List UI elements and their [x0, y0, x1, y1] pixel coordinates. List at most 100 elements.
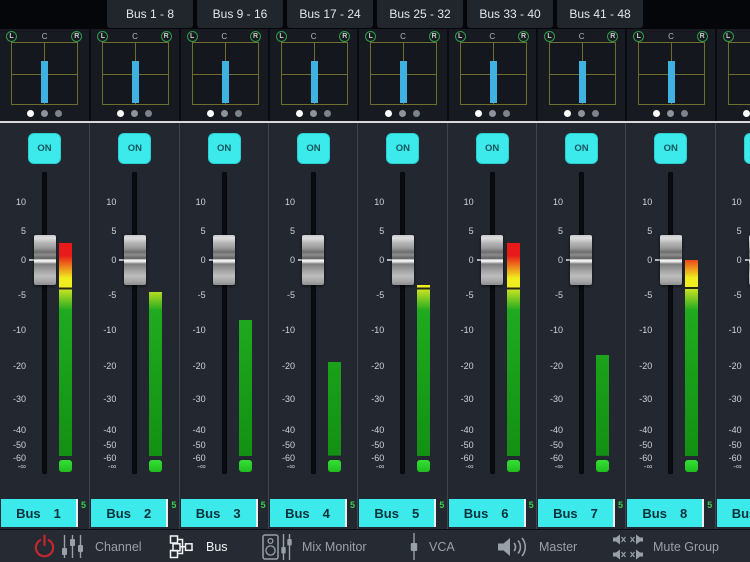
nav-item-channel[interactable]: Channel	[60, 530, 142, 562]
pan-position-box[interactable]	[280, 42, 348, 105]
channel-badge: 5	[171, 500, 177, 510]
pan-display-bus-3[interactable]: LCR	[178, 29, 268, 121]
page-dot-1	[742, 110, 750, 117]
fader-scale--30: -30	[460, 393, 474, 404]
fader-scale-0: 0	[736, 254, 742, 265]
tab-bus-group-3[interactable]: Bus 17 - 24	[287, 0, 373, 28]
fader-scale--20: -20	[549, 360, 563, 371]
pan-position-box[interactable]	[638, 42, 706, 105]
nav-item-label: Mute Group	[653, 539, 720, 554]
pan-display-bus-4[interactable]: LCR	[267, 29, 357, 121]
channel-on-button[interactable]: ON	[743, 133, 750, 164]
fader-track[interactable]	[42, 172, 47, 474]
channel-name-button[interactable]: Bus 6	[448, 499, 526, 527]
tab-bus-group-2[interactable]: Bus 9 - 16	[197, 0, 283, 28]
channel-name-button[interactable]: Bus 8	[627, 499, 705, 527]
fader-scale-0: 0	[647, 254, 653, 265]
level-meter-base-segment	[327, 460, 341, 472]
fader-handle[interactable]	[33, 235, 56, 285]
channel-name-button[interactable]: Bus 7	[537, 499, 615, 527]
page-dot-3	[234, 110, 242, 117]
tab-bus-group-6[interactable]: Bus 41 - 48	[557, 0, 643, 28]
fader-handle[interactable]	[123, 235, 146, 285]
page-dot-3	[502, 110, 510, 117]
fader-track[interactable]	[489, 172, 495, 474]
pan-display-bus-1[interactable]: LCR	[0, 29, 89, 121]
fader-scale-10: 10	[106, 196, 117, 207]
pan-display-bus-8[interactable]: LCR	[625, 29, 714, 121]
channel-name-button[interactable]: Bus 1	[1, 499, 78, 527]
level-meter-base-segment	[506, 460, 520, 472]
fader-handle[interactable]	[391, 235, 414, 285]
fader-handle[interactable]	[570, 235, 593, 285]
pan-page-dots	[181, 110, 268, 117]
fader-scale--50: -50	[103, 439, 117, 450]
page-dot-2	[41, 110, 49, 117]
fader-handle[interactable]	[302, 235, 325, 285]
power-icon[interactable]	[32, 534, 57, 559]
fader-scale--30: -30	[549, 393, 563, 404]
fader-handle[interactable]	[213, 235, 236, 285]
pan-position-box[interactable]	[191, 42, 259, 105]
mixer-screen: Bus 1 - 8 Bus 9 - 16 Bus 17 - 24 Bus 25 - 3…	[0, 0, 750, 562]
pan-display-bus-9[interactable]: LCR	[714, 29, 750, 121]
fader-track[interactable]	[400, 172, 406, 474]
fader-scale-0: 0	[200, 254, 206, 265]
pan-right-label: R	[428, 31, 440, 42]
nav-item-master[interactable]: Master	[497, 530, 577, 562]
fader-scale--50: -50	[192, 439, 206, 450]
page-dot-2	[220, 110, 228, 117]
tab-bus-group-1[interactable]: Bus 1 - 8	[107, 0, 193, 28]
channel-on-button[interactable]: ON	[207, 133, 241, 164]
channel-name-button[interactable]: Bus9	[716, 499, 750, 527]
pan-position-box[interactable]	[370, 42, 438, 105]
fader-scale--20: -20	[103, 360, 117, 371]
tab-bus-group-4[interactable]: Bus 25 - 32	[377, 0, 463, 28]
fader-scale--50: -50	[460, 439, 474, 450]
nav-item-vca[interactable]: VCA	[409, 530, 455, 562]
nav-item-bus[interactable]: Bus	[169, 530, 228, 562]
channel-on-button[interactable]: ON	[564, 133, 598, 164]
fader-handle[interactable]	[481, 235, 504, 285]
fader-track[interactable]	[132, 172, 138, 474]
pan-display-bus-7[interactable]: LCR	[535, 29, 625, 121]
channel-on-button[interactable]: ON	[296, 133, 330, 164]
channel-on-button[interactable]: ON	[118, 133, 152, 164]
tab-bus-group-5[interactable]: Bus 33 - 40	[467, 0, 553, 28]
fader-track[interactable]	[310, 172, 316, 474]
nav-item-mix-monitor[interactable]: Mix Monitor	[262, 530, 367, 562]
pan-display-bus-5[interactable]: LCR	[357, 29, 446, 121]
channel-name-button[interactable]: Bus 2	[91, 499, 169, 527]
channel-name-button[interactable]: Bus 3	[180, 499, 258, 527]
channel-name-button[interactable]: Bus 5	[359, 499, 437, 527]
pan-position-box[interactable]	[727, 42, 750, 105]
pan-position-box[interactable]	[102, 42, 170, 105]
channel-on-button[interactable]: ON	[386, 133, 420, 164]
fader-scale-0: 0	[468, 254, 474, 265]
pan-position-box[interactable]	[548, 42, 616, 105]
fader-track[interactable]	[668, 172, 674, 474]
fader-scale--5: -5	[17, 289, 26, 300]
fader-scale-5: 5	[20, 225, 26, 236]
pan-display-bus-2[interactable]: LCR	[89, 29, 178, 121]
page-dot-3	[592, 110, 600, 117]
fader-track[interactable]	[578, 172, 584, 474]
channel-name-button[interactable]: Bus 4	[269, 499, 347, 527]
fader-handle[interactable]	[659, 235, 682, 285]
fader-scale--50: -50	[281, 439, 295, 450]
pan-center-label: C	[717, 32, 750, 41]
fader-scale--30: -30	[12, 393, 26, 404]
fader-scale--inf: -∞	[733, 461, 742, 471]
channel-strip-bus-4: ON 10 5 0 -5 -10 -20 -30 -40 -50 -60 -∞	[267, 123, 357, 498]
channel-on-button[interactable]: ON	[654, 133, 688, 164]
nav-item-mute-group[interactable]: Mute Group	[613, 530, 719, 562]
pan-display-bus-6[interactable]: LCR	[446, 29, 536, 121]
pan-position-box[interactable]	[11, 42, 78, 105]
pan-position-box[interactable]	[459, 42, 527, 105]
pan-labels: LCR	[717, 30, 750, 42]
fader-track[interactable]	[221, 172, 227, 474]
fader-scale-10: 10	[463, 196, 474, 207]
fader-scale--40: -40	[728, 424, 742, 435]
channel-on-button[interactable]: ON	[28, 133, 61, 164]
channel-on-button[interactable]: ON	[475, 133, 509, 164]
